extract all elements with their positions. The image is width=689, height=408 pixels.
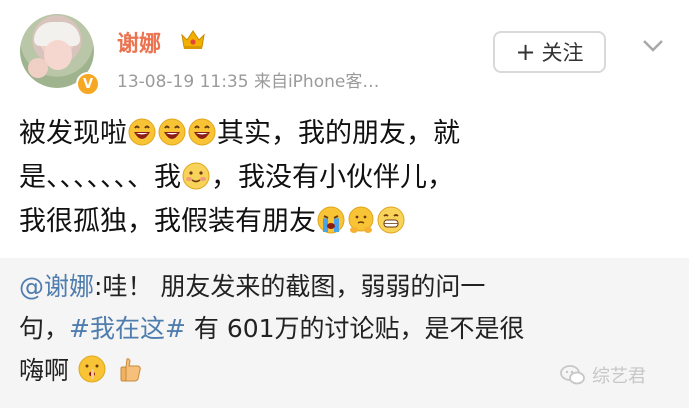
wechat-icon: [560, 365, 585, 385]
grinning-emoji-icon: [377, 206, 405, 234]
plus-icon: +: [515, 38, 536, 66]
watermark-label: 综艺君: [592, 366, 646, 387]
avatar-face: [44, 40, 72, 70]
repost-line3: 嗨啊: [19, 356, 70, 385]
crying-emoji-icon: [317, 206, 345, 234]
avatar-hand: [28, 58, 48, 78]
chevron-down-icon[interactable]: [642, 38, 664, 54]
mention-link[interactable]: @谢娜: [19, 272, 94, 301]
weibo-post: V 谢娜 13-08-19 11:35 来自iPhone客… + 关注 被发现啦…: [0, 0, 689, 258]
username[interactable]: 谢娜: [117, 26, 161, 58]
post-meta: 13-08-19 11:35 来自iPhone客…: [117, 72, 380, 92]
shy-emoji-icon: [348, 206, 374, 233]
thumbs-up-icon: [120, 358, 141, 382]
post-line1-text: 被发现啦: [19, 118, 127, 149]
follow-label: 关注: [541, 41, 584, 65]
blushing-smile-emoji-icon: [182, 162, 210, 190]
repost-line2-end: 有 601万的讨论贴，是不是很: [185, 314, 525, 343]
topic-link[interactable]: #我在这#: [69, 314, 186, 343]
laughing-emoji-icon: [158, 118, 186, 146]
post-text: 被发现啦 其实，我的朋友，就 是、、、、、、、我 ，我没有小伙伴儿， 我很孤独，我假…: [19, 112, 679, 244]
shush-emoji-icon: [78, 355, 106, 383]
repost-line2-start: 句，: [19, 314, 70, 343]
watermark: 综艺君: [560, 362, 646, 388]
post-line2-text: 是、、、、、、、我: [19, 162, 181, 193]
laughing-emoji-icon: [188, 118, 216, 146]
post-line1-tail: 其实，我的朋友，就: [217, 118, 460, 149]
post-line3-text: 我很孤独，我假装有朋友: [19, 206, 316, 237]
repost-line1: :哇！ 朋友发来的截图，弱弱的问一: [94, 272, 486, 301]
follow-button[interactable]: + 关注: [493, 31, 606, 73]
post-line2-tail: ，我没有小伙伴儿，: [211, 162, 454, 193]
laughing-emoji-icon: [128, 118, 156, 146]
verified-badge-icon: V: [76, 72, 100, 96]
crown-icon: [181, 30, 205, 49]
